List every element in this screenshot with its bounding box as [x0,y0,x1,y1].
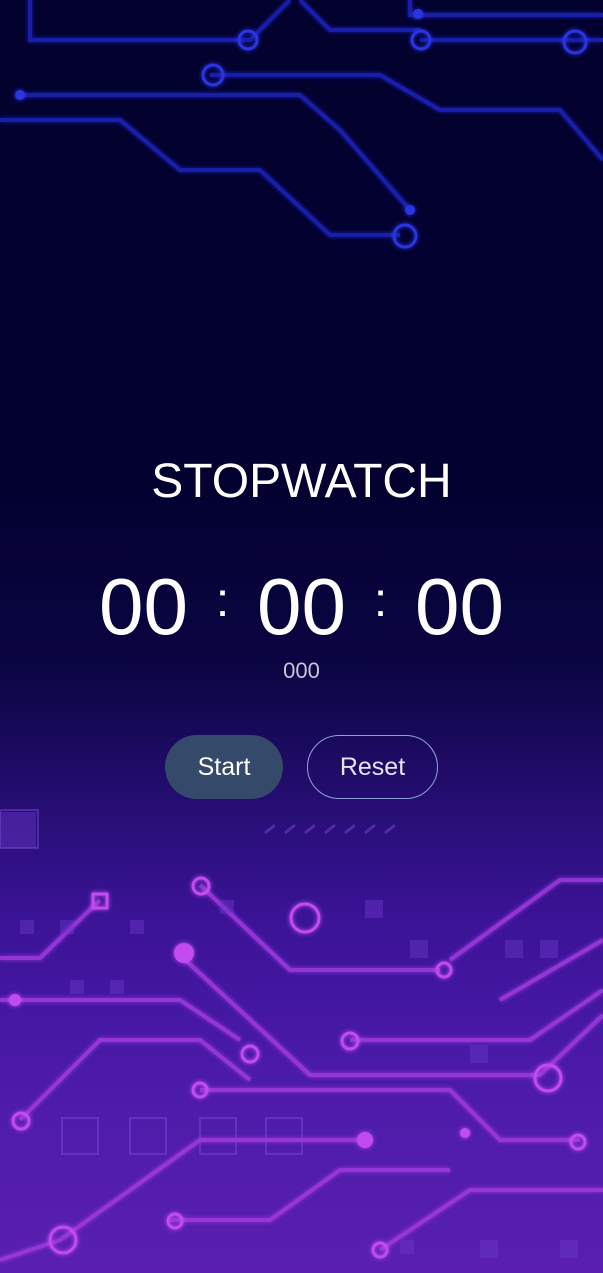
hours-value: 00 [99,562,188,651]
milliseconds-value: 000 [283,658,320,683]
start-button[interactable]: Start [165,735,283,799]
minutes-value: 00 [257,562,346,651]
seconds-value: 00 [415,562,504,651]
time-display: 00 : 00 : 00 [0,562,603,652]
time-separator: : [373,574,388,627]
stopwatch-app: STOPWATCH 00 : 00 : 00 000 Start Reset [0,0,603,1273]
time-separator: : [215,574,230,627]
reset-button[interactable]: Reset [307,735,438,799]
page-title: STOPWATCH [151,455,452,508]
